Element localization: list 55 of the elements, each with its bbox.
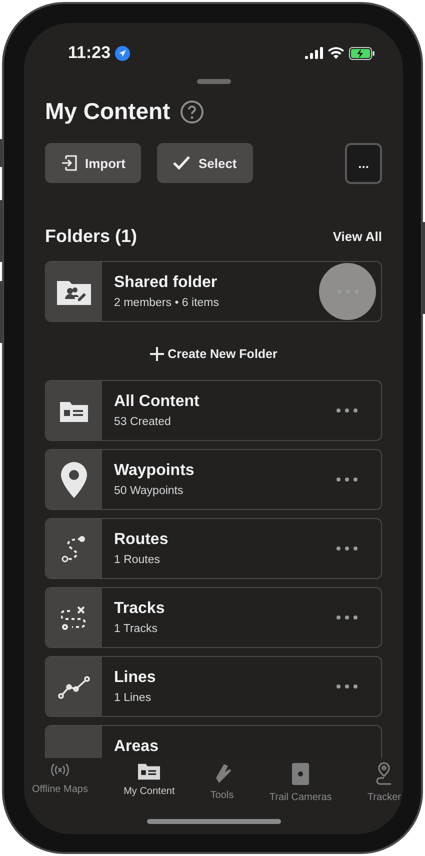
tab-bar-item[interactable]: Tracker xyxy=(365,762,403,803)
card-title: Tracks xyxy=(114,600,166,618)
folder-card-icon xyxy=(60,400,88,422)
select-button[interactable]: Select xyxy=(157,143,253,183)
checkmark-icon xyxy=(173,156,190,170)
location-path-icon xyxy=(375,762,394,786)
content-card[interactable]: Lines 1 Lines xyxy=(45,656,382,717)
more-icon xyxy=(336,615,358,620)
card-title: All Content xyxy=(114,393,200,411)
wifi-icon xyxy=(328,47,344,59)
create-folder-button[interactable]: Create New Folder xyxy=(144,346,284,362)
sheet-handle[interactable] xyxy=(196,79,230,84)
more-icon xyxy=(336,477,358,482)
trail-camera-icon xyxy=(290,762,311,786)
section-title: Folders (1) xyxy=(45,226,138,247)
content-card[interactable]: Routes 1 Routes xyxy=(45,518,382,579)
tab-bar-item[interactable]: Offline Maps xyxy=(30,762,90,803)
more-icon xyxy=(336,684,358,689)
card-subtitle: 1 Routes xyxy=(114,554,162,566)
line-icon xyxy=(58,674,90,698)
more-icon xyxy=(336,408,358,413)
content-card[interactable]: Areas xyxy=(45,725,382,758)
tab-bar-item[interactable]: My Content xyxy=(122,762,177,803)
card-title: Shared folder xyxy=(114,274,218,292)
card-subtitle: 1 Lines xyxy=(114,692,152,704)
more-options-button[interactable]: ... xyxy=(345,143,382,184)
import-icon xyxy=(61,155,77,171)
content-card[interactable]: All Content 53 Created xyxy=(45,380,382,441)
page-title: My Content xyxy=(45,98,170,125)
signal-icon xyxy=(305,47,323,59)
plus-icon xyxy=(150,347,164,361)
broadcast-icon xyxy=(48,762,71,778)
track-icon xyxy=(61,606,87,630)
route-icon xyxy=(61,534,87,562)
tab-bar-item[interactable]: Tools xyxy=(208,762,236,803)
content-card[interactable]: Shared folder 2 members • 6 items xyxy=(45,261,382,322)
status-time: 11:23 xyxy=(68,43,111,63)
card-title: Waypoints xyxy=(114,462,196,480)
card-subtitle: 2 members • 6 items xyxy=(114,297,220,309)
card-subtitle: 1 Tracks xyxy=(114,623,158,635)
folder-card-icon xyxy=(138,762,160,780)
content-card[interactable]: Waypoints 50 Waypoints xyxy=(45,449,382,510)
tab-bar-item[interactable]: Trail Cameras xyxy=(267,762,334,803)
battery-charging-icon xyxy=(349,46,375,60)
more-icon xyxy=(336,546,358,551)
card-title: Areas xyxy=(114,738,160,756)
import-button[interactable]: Import xyxy=(45,143,142,183)
content-card[interactable]: Tracks 1 Tracks xyxy=(45,587,382,648)
card-title: Routes xyxy=(114,531,170,549)
card-subtitle: 53 Created xyxy=(114,416,172,428)
card-subtitle: 50 Waypoints xyxy=(114,485,184,497)
view-all-link[interactable]: View All xyxy=(332,229,382,244)
map-pin-icon xyxy=(60,460,88,498)
card-title: Lines xyxy=(114,669,157,687)
help-icon[interactable] xyxy=(180,100,204,124)
